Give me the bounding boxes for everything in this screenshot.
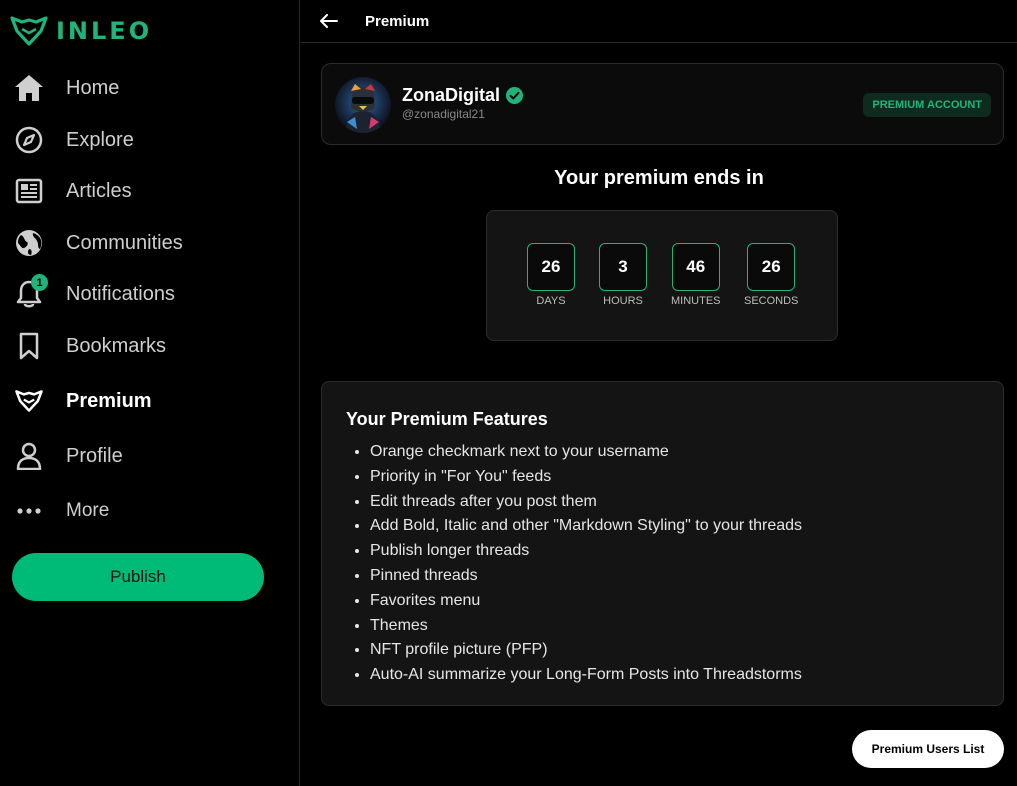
page-title: Premium xyxy=(365,12,430,30)
countdown-hours: 3 HOURS xyxy=(599,243,647,307)
countdown-label: MINUTES xyxy=(671,295,721,307)
sidebar-item-premium[interactable]: Premium xyxy=(12,383,152,419)
features-title: Your Premium Features xyxy=(346,409,548,429)
bell-icon: 1 xyxy=(12,274,48,311)
profile-handle: @zonadigital21 xyxy=(402,107,485,121)
countdown-value: 3 xyxy=(599,243,647,291)
sidebar-item-label: Explore xyxy=(66,128,134,151)
countdown-seconds: 26 SECONDS xyxy=(744,243,798,307)
premium-users-list-button[interactable]: Premium Users List xyxy=(852,730,1004,768)
profile-card: ZonaDigital @zonadigital21 PREMIUM ACCOU… xyxy=(321,63,1004,145)
countdown-minutes: 46 MINUTES xyxy=(671,243,721,307)
list-item: Auto-AI summarize your Long-Form Posts i… xyxy=(370,665,802,690)
leo-icon xyxy=(12,384,46,418)
publish-button[interactable]: Publish xyxy=(12,553,264,601)
list-item: Priority in "For You" feeds xyxy=(370,467,802,492)
countdown-title: Your premium ends in xyxy=(554,167,764,189)
inleo-logo[interactable]: INLEO xyxy=(10,16,152,46)
sidebar-item-explore[interactable]: Explore xyxy=(12,122,134,158)
notification-badge: 1 xyxy=(31,274,48,291)
premium-features-panel: Your Premium Features Orange checkmark n… xyxy=(321,381,1004,706)
list-item: Edit threads after you post them xyxy=(370,492,802,517)
main-content: Premium ZonaDigital @zonadigital21 PREMI… xyxy=(301,0,1017,786)
sidebar-item-label: Communities xyxy=(66,231,183,254)
display-name: ZonaDigital xyxy=(402,85,500,105)
bookmark-icon xyxy=(12,329,46,363)
countdown-label: DAYS xyxy=(536,295,566,307)
premium-account-badge: PREMIUM ACCOUNT xyxy=(863,93,991,117)
sidebar-item-label: Articles xyxy=(66,179,132,202)
sidebar-item-bookmarks[interactable]: Bookmarks xyxy=(12,328,166,364)
sidebar-item-more[interactable]: More xyxy=(12,493,109,529)
features-list: Orange checkmark next to your username P… xyxy=(370,442,802,690)
sidebar-item-label: Premium xyxy=(66,389,152,412)
sidebar-item-label: Bookmarks xyxy=(66,334,167,357)
sidebar-item-articles[interactable]: Articles xyxy=(12,173,132,209)
newspaper-icon xyxy=(12,174,46,208)
leo-logo-icon xyxy=(10,16,48,46)
profile-name[interactable]: ZonaDigital xyxy=(402,85,523,106)
list-item: Favorites menu xyxy=(370,591,802,616)
top-bar: Premium xyxy=(301,0,1017,43)
countdown-value: 26 xyxy=(527,243,575,291)
list-item: Publish longer threads xyxy=(370,541,802,566)
countdown-panel: 26 DAYS 3 HOURS 46 MINUTES 26 SECONDS xyxy=(486,210,838,341)
verified-check-icon xyxy=(506,87,523,104)
sidebar-item-label: Home xyxy=(66,76,120,99)
countdown-value: 26 xyxy=(747,243,796,291)
list-item: Orange checkmark next to your username xyxy=(370,442,802,467)
brand-name: INLEO xyxy=(56,17,153,45)
sidebar-item-communities[interactable]: Communities xyxy=(12,225,183,261)
home-icon xyxy=(12,71,46,105)
sidebar-item-label: More xyxy=(66,500,110,521)
globe-icon xyxy=(12,226,46,260)
avatar[interactable] xyxy=(335,77,391,133)
list-item: Themes xyxy=(370,616,802,641)
countdown-value: 46 xyxy=(671,243,720,291)
sidebar-item-profile[interactable]: Profile xyxy=(12,438,123,474)
sidebar-item-notifications[interactable]: 1 Notifications xyxy=(12,274,175,312)
sidebar-item-home[interactable]: Home xyxy=(12,70,119,106)
countdown-label: SECONDS xyxy=(744,295,799,307)
countdown-days: 26 DAYS xyxy=(527,243,575,307)
sidebar: INLEO Home Explore Articles Communities xyxy=(0,0,300,786)
sidebar-item-label: Notifications xyxy=(66,282,175,305)
list-item: Add Bold, Italic and other "Markdown Sty… xyxy=(370,516,802,541)
sidebar-item-label: Profile xyxy=(66,444,123,467)
user-icon xyxy=(12,439,46,473)
compass-icon xyxy=(12,123,46,157)
back-arrow-icon[interactable] xyxy=(319,11,339,31)
list-item: Pinned threads xyxy=(370,566,802,591)
list-item: NFT profile picture (PFP) xyxy=(370,640,802,665)
more-icon xyxy=(12,494,46,528)
countdown-label: HOURS xyxy=(603,295,643,307)
